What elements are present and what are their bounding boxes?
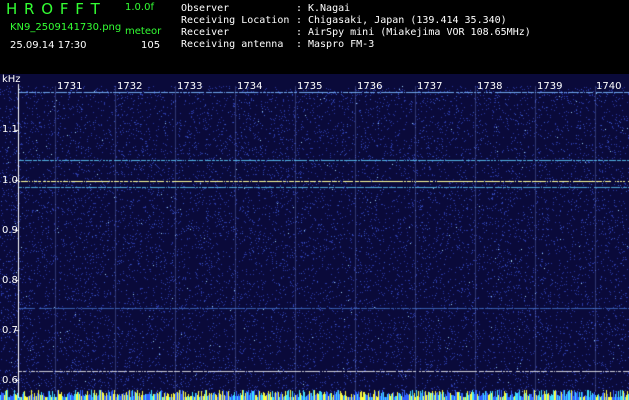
- x-tick-1731: 1731: [57, 81, 83, 92]
- info-sep-receiver: :: [296, 27, 303, 38]
- x-tick-1739: 1739: [537, 81, 563, 92]
- info-sep-location: :: [296, 15, 303, 26]
- y-tick-0-8: 0.8: [2, 275, 18, 286]
- y-tick-0-6: 0.6: [2, 375, 18, 386]
- y-tick-1-0: 1.0: [2, 175, 18, 186]
- x-tick-1732: 1732: [117, 81, 143, 92]
- mode-label: meteor: [125, 26, 162, 37]
- info-sep-observer: :: [296, 3, 303, 14]
- x-tick-1735: 1735: [297, 81, 323, 92]
- info-label-location: Receiving Location: [181, 15, 290, 26]
- timestamp-label: 25.09.14 17:30: [10, 40, 87, 51]
- x-tick-1733: 1733: [177, 81, 203, 92]
- y-tick-0-7: 0.7: [2, 325, 18, 336]
- y-tick-1-1: 1.1: [2, 124, 18, 135]
- app-title: H R O F F T: [6, 0, 101, 18]
- info-label-observer: Observer: [181, 3, 230, 14]
- info-label-antenna: Receiving antenna: [181, 39, 284, 50]
- x-tick-1738: 1738: [477, 81, 503, 92]
- x-tick-1740: 1740: [596, 81, 622, 92]
- count-label: 105: [141, 40, 161, 51]
- x-tick-1737: 1737: [417, 81, 443, 92]
- info-label-receiver: Receiver: [181, 27, 230, 38]
- info-value-location: Chigasaki, Japan (139.414 35.340): [308, 15, 507, 26]
- filename-label: KN9_2509141730.png: [10, 22, 122, 33]
- unit-label: kHz: [2, 74, 21, 85]
- header-panel: H R O F F T 1.0.0f KN9_2509141730.png me…: [0, 0, 629, 74]
- x-tick-1736: 1736: [357, 81, 383, 92]
- info-sep-antenna: :: [296, 39, 303, 50]
- version-label: 1.0.0f: [125, 2, 154, 13]
- info-value-receiver: AirSpy mini (Miakejima VOR 108.65MHz): [308, 27, 531, 38]
- info-value-antenna: Maspro FM-3: [308, 39, 375, 50]
- info-value-observer: K.Nagai: [308, 3, 351, 14]
- spectrogram-canvas: [0, 74, 629, 400]
- y-tick-0-9: 0.9: [2, 225, 18, 236]
- x-tick-1734: 1734: [237, 81, 263, 92]
